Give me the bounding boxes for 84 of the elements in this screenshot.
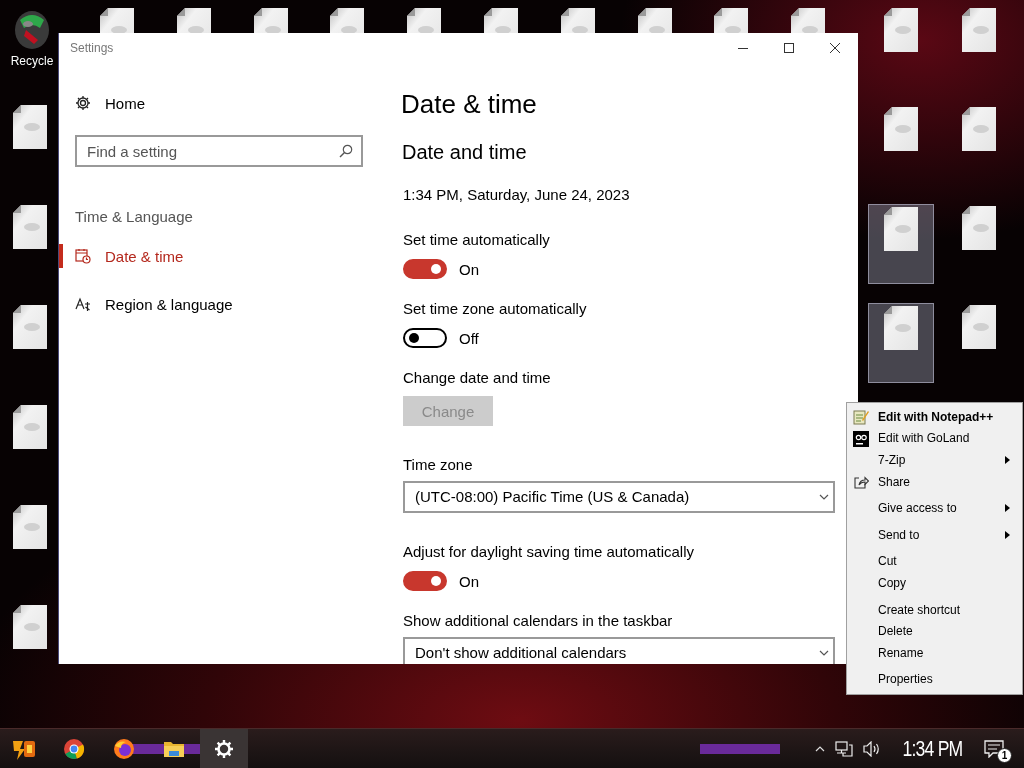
file-icon	[176, 8, 211, 33]
maximize-icon	[784, 43, 794, 53]
window-title: Settings	[69, 41, 115, 55]
menu-item[interactable]: 7-Zip	[849, 449, 1020, 471]
notification-badge: 1	[997, 747, 1012, 763]
chevron-icon	[819, 650, 829, 656]
message-icon	[984, 739, 1004, 758]
file-icon	[13, 605, 47, 649]
nav-item[interactable]: Date & time	[59, 236, 363, 276]
menu-item[interactable]: Edit with Notepad++	[849, 406, 1020, 428]
file-icon	[714, 8, 749, 33]
settings-icon	[214, 738, 234, 759]
file-icon	[13, 405, 47, 449]
menu-item[interactable]: Rename	[849, 641, 1020, 664]
desktop-item[interactable]	[868, 303, 934, 383]
menu-item[interactable]: Share	[849, 470, 1020, 493]
file-icon	[13, 305, 47, 349]
calendar-clock-icon	[75, 248, 91, 264]
file-icon	[253, 8, 288, 33]
file-icon	[962, 206, 996, 250]
section-heading: Time & Language	[75, 207, 194, 227]
nav-item[interactable]: Region & language	[59, 284, 363, 324]
search-field[interactable]: Find a setting	[75, 135, 363, 167]
toggle-state-text: On	[459, 572, 479, 590]
toggle-switch[interactable]	[403, 259, 447, 279]
browser-icon	[63, 737, 85, 760]
file-icon	[884, 306, 918, 350]
file-icon	[962, 305, 996, 349]
caret-icon[interactable]	[815, 745, 826, 752]
file-icon	[330, 8, 365, 33]
setting-label: Time zone	[403, 455, 473, 475]
toggle-state-text: On	[459, 260, 479, 278]
menu-item[interactable]: Send to	[849, 523, 1020, 546]
toggle-switch[interactable]	[403, 328, 447, 348]
browser-icon	[113, 737, 135, 760]
dropdown[interactable]: Don't show additional calendars	[403, 637, 835, 664]
settings-icon	[75, 95, 91, 111]
file-icon	[13, 205, 47, 249]
taskbar-button[interactable]	[200, 729, 248, 768]
app-logo-icon	[853, 430, 869, 447]
file-icon	[884, 8, 918, 52]
home-link[interactable]: Home	[105, 94, 145, 112]
menu-item[interactable]: Cut	[849, 550, 1020, 573]
setting-label: Set time automatically	[403, 230, 550, 250]
menu-item[interactable]: Properties	[849, 668, 1020, 691]
section-heading: Date and time	[402, 140, 527, 165]
current-date-time: 1:34 PM, Saturday, June 24, 2023	[403, 185, 630, 205]
search-icon[interactable]	[339, 144, 353, 158]
file-icon	[962, 107, 996, 151]
close-icon	[830, 43, 840, 53]
file-icon	[791, 8, 826, 33]
file-icon	[13, 105, 47, 149]
clock[interactable]: 1:34 PM	[902, 735, 963, 762]
chevron-icon	[819, 494, 829, 500]
icon-label: Recycle	[10, 54, 54, 68]
file-icon	[962, 8, 996, 52]
file-icon	[884, 107, 918, 151]
menu-item[interactable]: Copy	[849, 572, 1020, 594]
setting-label: Change date and time	[403, 368, 551, 388]
notepad-icon	[853, 409, 869, 425]
file-icon	[484, 8, 518, 33]
toggle-switch[interactable]	[403, 571, 447, 591]
network-icon[interactable]	[835, 740, 854, 757]
file-icon	[560, 8, 595, 33]
dropdown[interactable]: (UTC-08:00) Pacific Time (US & Canada)	[403, 481, 835, 513]
file-icon	[13, 505, 47, 549]
setting-label: Show additional calendars in the taskbar	[403, 611, 673, 631]
volume-icon[interactable]	[863, 740, 882, 757]
setting-label: Set time zone automatically	[403, 299, 587, 319]
menu-item[interactable]: Create shortcut	[849, 598, 1020, 621]
file-icon	[637, 8, 672, 33]
setting-label: Adjust for daylight saving time automatically	[403, 542, 694, 562]
menu-item[interactable]: Edit with GoLand	[849, 427, 1020, 450]
desktop-item[interactable]	[868, 204, 934, 284]
share-icon	[853, 473, 869, 490]
page-title: Date & time	[401, 88, 537, 120]
file-icon	[407, 8, 442, 33]
notification-button[interactable]: 1	[984, 736, 1010, 761]
menu-item[interactable]: Give access to	[849, 497, 1020, 519]
language-icon	[75, 296, 91, 312]
toggle-state-text: Off	[459, 329, 479, 347]
file-icon	[100, 8, 134, 33]
menu-item[interactable]: Delete	[849, 620, 1020, 642]
file-icon	[884, 207, 918, 251]
